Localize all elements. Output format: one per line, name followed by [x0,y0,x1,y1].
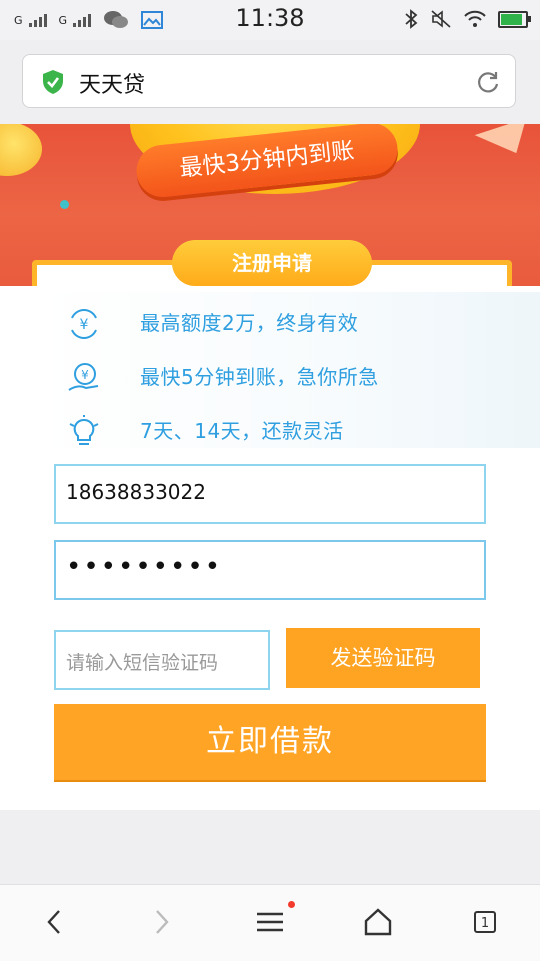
tabs-count-icon[interactable]: 1 [474,911,496,933]
address-bar[interactable]: 天天贷 [22,54,516,108]
decoration-dot [60,200,69,209]
svg-text:¥: ¥ [80,317,89,333]
battery-icon [498,10,531,28]
lightbulb-icon [69,415,99,445]
feature-text: 最快5分钟到账，急你所急 [140,365,379,389]
apply-loan-button[interactable]: 立即借款 [54,704,486,780]
mute-icon [431,10,451,28]
password-input[interactable]: ••••••••• [54,540,486,600]
feature-item: ¥ 最快5分钟到账，急你所急 [60,354,520,408]
svg-text:¥: ¥ [81,368,89,382]
back-icon[interactable] [40,907,70,937]
phone-input[interactable]: 18638833022 [54,464,486,524]
page-title: 天天贷 [79,73,146,98]
refresh-icon[interactable] [475,69,501,95]
shield-check-icon [43,70,63,94]
paper-plane-decoration [474,124,536,164]
wifi-icon [464,10,486,27]
system-icons [404,9,531,29]
application-card: ¥ 最高额度2万，终身有效 ¥ 最快5分钟到账，急你所急 7天、14天，还款灵活… [0,286,540,810]
feature-item: ¥ 最高额度2万，终身有效 [60,300,520,354]
home-icon[interactable] [363,907,393,937]
feature-item: 7天、14天，还款灵活 [60,408,520,462]
promo-banner: 最快3分钟内到账 注册申请 [0,124,540,288]
yen-hand-icon: ¥ [68,363,99,391]
send-code-button[interactable]: 发送验证码 [286,628,480,688]
status-bar: G G 11:38 [0,0,540,40]
forward-icon[interactable] [146,907,176,937]
yen-cycle-icon: ¥ [71,309,97,339]
feature-text: 7天、14天，还款灵活 [140,419,344,443]
notification-dot [288,901,295,908]
sms-code-input[interactable]: 请输入短信验证码 [54,630,270,690]
feature-list: ¥ 最高额度2万，终身有效 ¥ 最快5分钟到账，急你所急 7天、14天，还款灵活 [60,300,520,462]
feature-text: 最高额度2万，终身有效 [140,311,359,335]
browser-bottom-nav: 1 [0,884,540,961]
menu-icon[interactable] [255,907,285,937]
bluetooth-icon [405,9,418,29]
browser-toolbar: 天天贷 [0,40,540,124]
register-tab: 注册申请 [172,240,372,286]
coin-illustration [0,124,42,176]
